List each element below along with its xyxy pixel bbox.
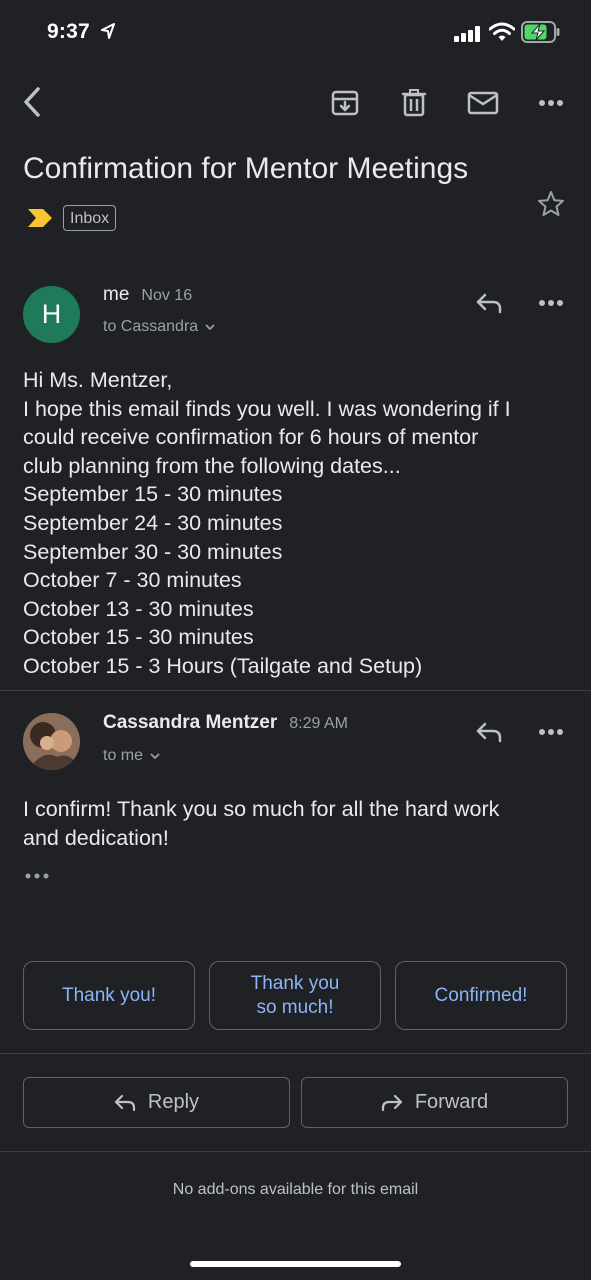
forward-action-button[interactable]: Forward — [301, 1077, 568, 1128]
forward-icon — [381, 1094, 402, 1111]
recipient-text: to Cassandra — [103, 318, 199, 335]
divider — [0, 1151, 591, 1152]
smart-reply-thank-you[interactable]: Thank you! — [23, 961, 195, 1030]
message-date: Nov 16 — [141, 287, 193, 304]
body-line: October 15 - 30 minutes — [23, 625, 254, 650]
home-indicator[interactable] — [190, 1261, 401, 1267]
archive-icon — [331, 90, 359, 116]
body-line: September 24 - 30 minutes — [23, 510, 283, 535]
sender-avatar-photo[interactable] — [23, 713, 80, 770]
archive-button[interactable] — [326, 84, 364, 122]
wifi-icon — [489, 22, 515, 41]
body-line: Hi Ms. Mentzer, — [23, 368, 173, 392]
more-options-button[interactable] — [531, 84, 571, 122]
body-line: September 30 - 30 minutes — [23, 539, 283, 564]
chevron-down-icon — [205, 324, 215, 331]
sender-name: me — [103, 284, 130, 305]
message-body: Hi Ms. Mentzer, I hope this email finds … — [23, 366, 573, 681]
addons-message: No add-ons available for this email — [172, 1181, 419, 1198]
reply-icon — [476, 293, 502, 314]
body-line: and dedication! — [23, 825, 169, 850]
divider — [0, 1053, 591, 1054]
battery-charging-icon — [521, 21, 560, 43]
recipient-details-toggle[interactable]: to Cassandra — [103, 318, 216, 336]
sender-name: Cassandra Mentzer — [103, 712, 278, 733]
cellular-signal-icon — [454, 26, 480, 42]
message-2-sender-line: Cassandra Mentzer 8:29 AM — [103, 712, 348, 734]
body-line: September 15 - 30 minutes — [23, 482, 283, 507]
delete-button[interactable] — [395, 84, 433, 122]
reply-label: Reply — [147, 1091, 200, 1113]
more-horiz-icon — [539, 729, 563, 735]
inbox-label[interactable]: Inbox — [63, 205, 117, 231]
smart-reply-confirmed[interactable]: Confirmed! — [395, 961, 567, 1030]
body-line: could receive confirmation for 6 hours o… — [23, 425, 479, 450]
location-arrow-icon — [101, 23, 115, 39]
reply-button[interactable] — [470, 286, 508, 320]
smart-reply-label: Thank you! — [62, 984, 156, 1006]
body-line: club planning from the following dates..… — [23, 453, 401, 478]
mark-unread-button[interactable] — [462, 84, 504, 122]
profile-photo-icon — [23, 713, 80, 770]
body-line: I hope this email finds you well. I was … — [23, 396, 511, 421]
smart-reply-label: Confirmed! — [434, 984, 528, 1006]
recipient-details-toggle[interactable]: to me — [103, 747, 161, 765]
reply-icon — [114, 1094, 136, 1111]
back-arrow-icon — [24, 87, 40, 117]
mail-icon — [467, 91, 499, 115]
body-line: October 7 - 30 minutes — [23, 568, 242, 593]
body-line: I confirm! Thank you so much for all the… — [23, 797, 500, 821]
divider — [0, 690, 591, 691]
star-button[interactable] — [532, 185, 570, 223]
status-time: 9:37 — [47, 20, 90, 43]
more-horiz-icon — [539, 300, 563, 306]
reply-icon — [476, 722, 502, 743]
email-subject: Confirmation for Mentor Meetings — [23, 152, 469, 185]
message-more-button[interactable] — [531, 286, 571, 320]
reply-button[interactable] — [470, 715, 508, 749]
sender-avatar[interactable]: H — [23, 286, 80, 343]
forward-label: Forward — [414, 1091, 489, 1113]
smart-reply-thank-you-so-much[interactable]: Thank you so much! — [209, 961, 381, 1030]
more-horiz-icon — [539, 100, 563, 106]
important-marker-icon[interactable] — [27, 208, 53, 228]
ellipsis-icon — [25, 873, 49, 879]
show-trimmed-content-button[interactable] — [20, 866, 54, 886]
back-button[interactable] — [12, 82, 52, 122]
recipient-text: to me — [103, 747, 144, 764]
message-1-sender-line: me Nov 16 — [103, 284, 192, 306]
body-line: October 13 - 30 minutes — [23, 596, 254, 621]
reply-action-button[interactable]: Reply — [23, 1077, 290, 1128]
message-more-button[interactable] — [531, 715, 571, 749]
message-body: I confirm! Thank you so much for all the… — [23, 795, 573, 852]
trash-icon — [401, 89, 427, 117]
star-icon — [538, 191, 564, 216]
chevron-down-icon — [150, 753, 160, 760]
smart-reply-label: Thank you so much! — [250, 972, 340, 1018]
message-time: 8:29 AM — [289, 715, 348, 732]
body-line: October 15 - 3 Hours (Tailgate and Setup… — [23, 653, 423, 678]
